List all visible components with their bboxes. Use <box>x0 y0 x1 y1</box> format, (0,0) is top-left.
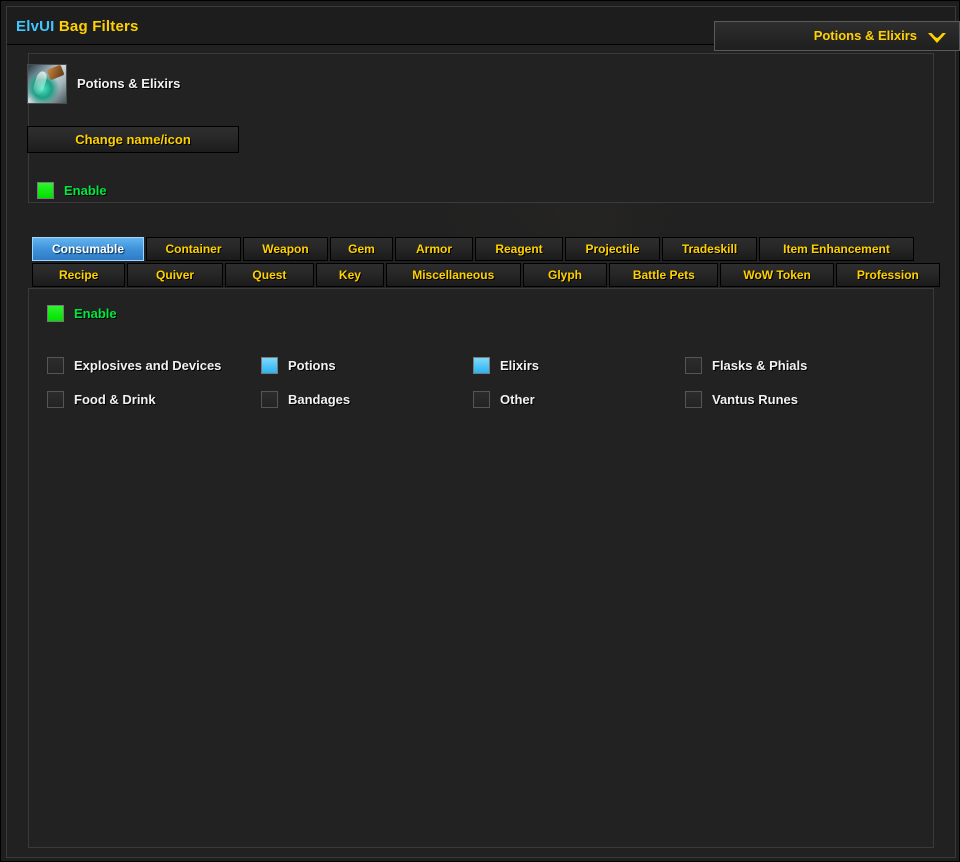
filter-checkbox-potions[interactable]: Potions <box>261 357 336 374</box>
tab-row-secondary: Recipe Quiver Quest Key Miscellaneous Glyph Ba… <box>32 263 941 287</box>
tab-label: Quiver <box>156 268 195 282</box>
filter-checkbox-food-drink[interactable]: Food & Drink <box>47 391 156 408</box>
tab-item-enhancement[interactable]: Item Enhancement <box>759 237 914 261</box>
filter-checkbox-label: Flasks & Phials <box>712 358 808 373</box>
icon-highlight <box>31 70 49 96</box>
tab-gem[interactable]: Gem <box>330 237 393 261</box>
tab-recipe[interactable]: Recipe <box>32 263 126 287</box>
filter-checkbox-elixirs[interactable]: Elixirs <box>473 357 539 374</box>
icon-cork <box>46 65 65 81</box>
titlebar: ElvUI Bag Filters Potions & Elixirs <box>7 7 960 51</box>
tab-label: Consumable <box>51 242 124 256</box>
tab-label: Weapon <box>262 242 309 256</box>
enable-profile-label: Enable <box>64 183 107 198</box>
tab-tradeskill[interactable]: Tradeskill <box>662 237 757 261</box>
filter-checkbox-vantus-runes[interactable]: Vantus Runes <box>685 391 798 408</box>
filter-checkbox-label: Elixirs <box>500 358 540 373</box>
profile-name-label: Potions & Elixirs <box>77 76 181 91</box>
tab-label: Miscellaneous <box>412 268 495 282</box>
tab-label: Key <box>338 268 361 282</box>
checkbox-box-unchecked <box>47 391 64 408</box>
filter-checkbox-flasks-phials[interactable]: Flasks & Phials <box>685 357 807 374</box>
filter-checkbox-label: Other <box>500 392 535 407</box>
checkbox-box-checked <box>37 182 54 199</box>
filter-checkbox-label: Food & Drink <box>74 392 156 407</box>
tab-quest[interactable]: Quest <box>224 263 315 287</box>
checkbox-box-unchecked <box>685 357 702 374</box>
page-title-brand: ElvUI <box>16 18 55 35</box>
tab-container[interactable]: Container <box>146 237 241 261</box>
checkbox-box-unchecked <box>261 391 278 408</box>
tab-label: Glyph <box>547 268 582 282</box>
tab-key[interactable]: Key <box>316 263 384 287</box>
tab-label: Profession <box>856 268 919 282</box>
filter-checkbox-label: Explosives and Devices <box>74 358 222 373</box>
profile-dropdown-value: Potions & Elixirs <box>813 28 917 43</box>
tab-projectile[interactable]: Projectile <box>565 237 660 261</box>
potion-flask-icon <box>27 64 67 104</box>
tab-label: Battle Pets <box>632 268 695 282</box>
checkbox-box-checked <box>261 357 278 374</box>
checkbox-box-checked <box>47 305 64 322</box>
checkbox-box-checked <box>473 357 490 374</box>
filter-checkbox-explosives-and-devices[interactable]: Explosives and Devices <box>47 357 221 374</box>
chevron-down-icon <box>928 33 946 43</box>
enable-category-label: Enable <box>74 306 117 321</box>
change-name-icon-button[interactable]: Change name/icon <box>27 126 239 153</box>
page-title-rest: Bag Filters <box>54 18 139 35</box>
tab-reagent[interactable]: Reagent <box>475 237 563 261</box>
checkbox-box-unchecked <box>473 391 490 408</box>
tab-label: Container <box>165 242 222 256</box>
checkbox-box-unchecked <box>47 357 64 374</box>
filter-checkbox-other[interactable]: Other <box>473 391 535 408</box>
tab-strip: Consumable Container Weapon Gem Armor Reagent… <box>32 237 941 289</box>
tab-weapon[interactable]: Weapon <box>243 237 328 261</box>
enable-category-checkbox[interactable]: Enable <box>47 305 117 322</box>
tab-profession[interactable]: Profession <box>835 263 941 287</box>
tab-label: Recipe <box>59 268 99 282</box>
tab-label: Quest <box>252 268 287 282</box>
tab-battle-pets[interactable]: Battle Pets <box>609 263 719 287</box>
tab-wow-token[interactable]: WoW Token <box>720 263 834 287</box>
tab-label: Tradeskill <box>681 242 738 256</box>
page-title: ElvUI Bag Filters <box>16 18 139 35</box>
profile-dropdown[interactable]: Potions & Elixirs <box>714 21 960 51</box>
filter-checkbox-bandages[interactable]: Bandages <box>261 391 350 408</box>
tab-glyph[interactable]: Glyph <box>522 263 608 287</box>
tab-label: Gem <box>348 242 375 256</box>
filter-checkbox-label: Bandages <box>288 392 351 407</box>
tab-consumable[interactable]: Consumable <box>32 237 144 261</box>
tab-label: Item Enhancement <box>783 242 890 256</box>
tab-label: Reagent <box>495 242 543 256</box>
filter-checkbox-label: Potions <box>288 358 336 373</box>
tab-label: WoW Token <box>743 268 811 282</box>
elvui-config-window: ElvUI Bag Filters Potions & Elixirs Poti… <box>0 0 960 862</box>
tab-miscellaneous[interactable]: Miscellaneous <box>385 263 521 287</box>
checkbox-box-unchecked <box>685 391 702 408</box>
filter-checkbox-label: Vantus Runes <box>712 392 798 407</box>
enable-profile-checkbox[interactable]: Enable <box>37 182 107 199</box>
tab-row-primary: Consumable Container Weapon Gem Armor Reagent… <box>32 237 940 261</box>
tab-quiver[interactable]: Quiver <box>127 263 223 287</box>
tab-label: Armor <box>415 242 452 256</box>
tab-label: Projectile <box>585 242 640 256</box>
tab-armor[interactable]: Armor <box>395 237 473 261</box>
